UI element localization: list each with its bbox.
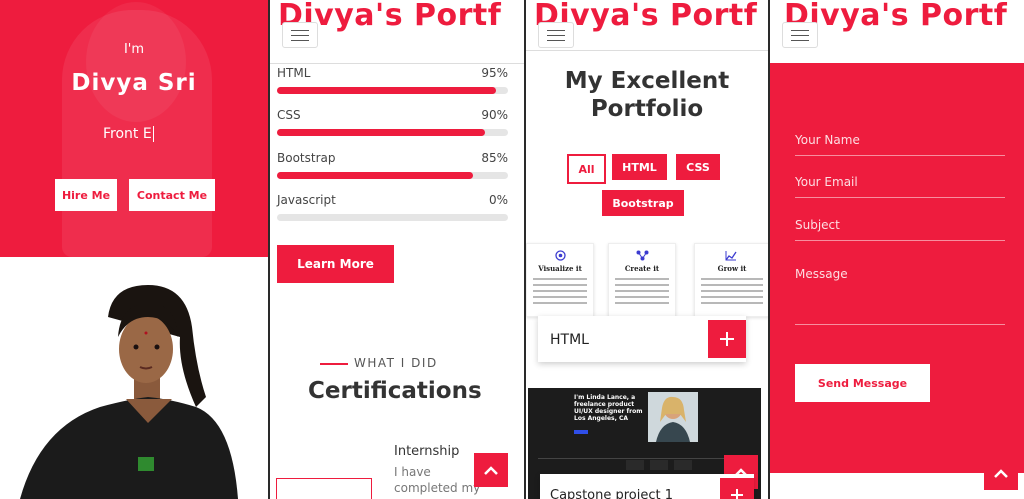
thumbnail-heading: I'm Linda Lance, a freelance product UI/…	[574, 394, 643, 422]
skill-fill-bootstrap	[277, 172, 474, 179]
hero-typed-role: Front E	[103, 126, 154, 142]
skill-fill-html	[277, 87, 497, 94]
skill-label-html: HTML	[277, 66, 311, 80]
overlay-title: Capstone project 1	[550, 488, 674, 499]
internship-text-2: completed my	[394, 481, 481, 495]
skills-panel: Divya's Portf HTML 95% CSS 90% Bootstrap…	[270, 0, 524, 499]
network-icon	[636, 250, 649, 261]
profile-photo	[0, 257, 268, 499]
overlay-title: HTML	[550, 332, 589, 348]
internship-text-1: I have	[394, 465, 431, 479]
back-to-top-button[interactable]	[984, 456, 1018, 490]
skill-label-bootstrap: Bootstrap	[277, 151, 336, 165]
skill-bar-bootstrap	[277, 172, 508, 179]
menu-toggle-icon[interactable]	[282, 22, 318, 48]
name-field[interactable]: Your Name	[795, 133, 860, 147]
typed-text: Front E	[103, 126, 152, 142]
contact-panel: Divya's Portf Your Name Your Email Subje…	[770, 0, 1024, 499]
contact-me-button[interactable]: Contact Me	[129, 179, 215, 211]
thumbnail-portrait	[648, 392, 698, 442]
chevron-up-icon	[484, 466, 498, 475]
internship-title: Internship	[394, 444, 460, 459]
target-icon	[555, 250, 566, 261]
name-field-underline	[795, 155, 1005, 156]
filter-bootstrap[interactable]: Bootstrap	[602, 190, 684, 216]
card-title: Visualize it	[538, 264, 582, 273]
portfolio-title-line1: My Excellent	[564, 68, 730, 94]
skill-bar-javascript	[277, 214, 508, 221]
learn-more-button[interactable]: Learn More	[277, 245, 394, 283]
project-overlay-capstone[interactable]: Capstone project 1	[540, 474, 754, 499]
thumbnail-line-4: Los Angeles, CA	[574, 415, 628, 422]
plus-icon	[720, 332, 734, 346]
subject-field[interactable]: Subject	[795, 218, 840, 232]
skill-label-css: CSS	[277, 108, 301, 122]
thumbnail-line-3: UI/UX designer from	[574, 408, 643, 415]
message-field[interactable]: Message	[795, 267, 848, 281]
email-field[interactable]: Your Email	[795, 175, 858, 189]
skill-percent-html: 95%	[481, 66, 508, 80]
certifications-title: Certifications	[308, 378, 482, 404]
message-field-underline	[795, 324, 1005, 325]
hero-panel: I'm Divya Sri Front E Hire Me Contact Me	[0, 0, 268, 499]
back-to-top-button[interactable]	[474, 453, 508, 487]
hero-greeting: I'm	[123, 42, 145, 57]
thumbnail-line-1: I'm Linda Lance, a	[574, 394, 636, 401]
hero-section: I'm Divya Sri Front E Hire Me Contact Me	[0, 0, 268, 257]
skill-fill-css	[277, 129, 485, 136]
menu-toggle-icon[interactable]	[782, 22, 818, 48]
navbar-divider	[270, 63, 524, 64]
project-card[interactable]: Visualize it	[526, 243, 594, 317]
project-overlay-html[interactable]: HTML	[538, 316, 746, 362]
send-message-button[interactable]: Send Message	[795, 364, 930, 402]
section-eyebrow: WHAT I DID	[320, 356, 438, 370]
plus-icon	[731, 489, 743, 499]
expand-button[interactable]	[708, 320, 746, 358]
thumbnail-line-2: freelance product	[574, 401, 635, 408]
expand-button[interactable]	[720, 478, 754, 499]
eyebrow-text: WHAT I DID	[354, 356, 438, 370]
skill-percent-css: 90%	[481, 108, 508, 122]
project-card[interactable]: Grow it	[694, 243, 768, 317]
chevron-up-icon	[994, 469, 1008, 478]
hire-me-button[interactable]: Hire Me	[55, 179, 117, 211]
chart-line-icon	[725, 251, 737, 261]
portfolio-title-line2: Portfolio	[590, 96, 704, 122]
skill-label-javascript: Javascript	[277, 193, 336, 207]
card-title: Create it	[624, 264, 660, 273]
filter-html[interactable]: HTML	[612, 154, 667, 180]
filter-all[interactable]: All	[567, 154, 606, 184]
skill-bar-css	[277, 129, 508, 136]
filter-css[interactable]: CSS	[676, 154, 720, 180]
portfolio-panel: Divya's Portf My Excellent Portfolio All…	[526, 0, 768, 499]
skill-bar-html	[277, 87, 508, 94]
project-card[interactable]: Create it	[608, 243, 676, 317]
subject-field-underline	[795, 240, 1005, 241]
hero-name: Divya Sri	[71, 70, 197, 96]
certificate-card	[276, 478, 372, 499]
thumbnail-button	[574, 430, 588, 434]
card-title: Grow it	[717, 264, 747, 273]
hero-background-head	[86, 2, 186, 122]
navbar-divider	[526, 50, 768, 51]
typing-cursor	[152, 126, 154, 142]
skill-percent-bootstrap: 85%	[481, 151, 508, 165]
skill-percent-javascript: 0%	[488, 193, 508, 207]
eyebrow-dash	[320, 362, 348, 365]
menu-toggle-icon[interactable]	[538, 22, 574, 48]
email-field-underline	[795, 197, 1005, 198]
